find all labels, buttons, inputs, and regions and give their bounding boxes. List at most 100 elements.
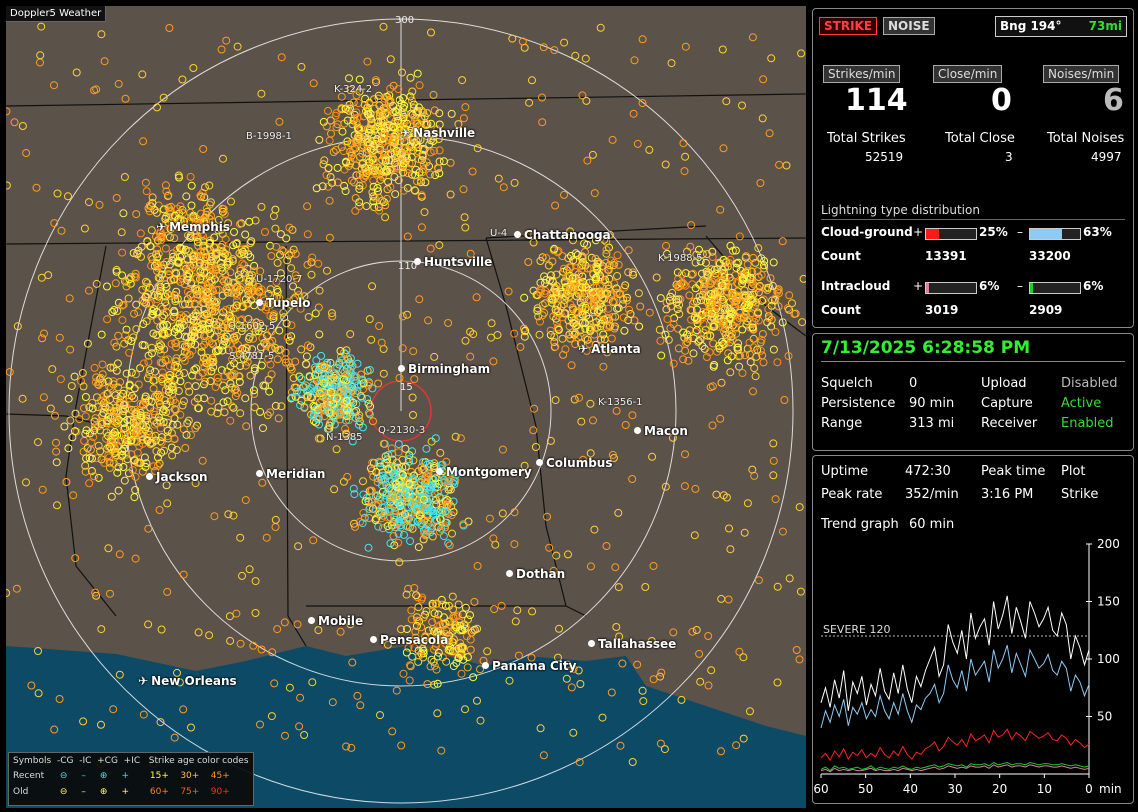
strike-symbol bbox=[624, 246, 633, 255]
strike-symbol bbox=[704, 632, 713, 640]
strike-symbol bbox=[365, 315, 374, 324]
strikes-rate-label[interactable]: Strikes/min bbox=[823, 65, 901, 83]
strike-symbol bbox=[669, 359, 678, 368]
strike-symbol bbox=[127, 368, 136, 377]
strike-symbol bbox=[119, 209, 128, 218]
strike-symbol bbox=[97, 30, 106, 39]
strike-symbol bbox=[312, 356, 321, 365]
noise-rate-label[interactable]: Noises/min bbox=[1043, 65, 1120, 83]
strike-symbol bbox=[271, 523, 280, 531]
strike-symbol bbox=[94, 473, 103, 482]
x-tick-label: 20 bbox=[992, 782, 1007, 796]
strike-symbol bbox=[749, 387, 757, 396]
cg-pos-bar-fill bbox=[926, 229, 939, 239]
strike-symbol bbox=[276, 230, 285, 239]
strike-symbol bbox=[767, 54, 776, 63]
strike-symbol bbox=[470, 597, 479, 606]
close-rate-label[interactable]: Close/min bbox=[933, 65, 1003, 83]
station-label: U-1720-7 bbox=[256, 274, 303, 285]
strike-symbol bbox=[60, 422, 69, 431]
strike-symbol bbox=[90, 363, 99, 372]
strike-symbol bbox=[271, 205, 280, 214]
strike-symbol bbox=[722, 97, 731, 106]
strike-symbol bbox=[158, 313, 167, 322]
strike-symbol bbox=[304, 313, 313, 321]
strike-symbol bbox=[250, 403, 259, 412]
strike-symbol bbox=[37, 273, 46, 282]
strike-symbol bbox=[226, 636, 235, 645]
strike-symbol bbox=[226, 416, 235, 425]
strike-symbol bbox=[673, 268, 682, 277]
strike-symbol bbox=[18, 122, 27, 130]
plot-value[interactable]: Strike bbox=[1061, 487, 1098, 502]
strike-symbol bbox=[629, 109, 638, 118]
strike-symbol bbox=[269, 212, 278, 221]
strike-symbol bbox=[125, 348, 134, 357]
strike-symbol bbox=[444, 319, 453, 327]
city-dot-icon bbox=[514, 231, 521, 238]
strike-symbol bbox=[50, 81, 58, 90]
strike-symbol bbox=[586, 562, 595, 571]
legend-header-row: Symbols -CG -IC +CG +IC Strike age color… bbox=[13, 756, 249, 766]
strike-symbol bbox=[262, 533, 271, 542]
strike-symbol bbox=[236, 533, 245, 542]
range-value: 313 mi bbox=[909, 416, 955, 431]
strike-symbol bbox=[575, 393, 583, 402]
strike-symbol bbox=[186, 172, 195, 181]
strike-symbol bbox=[227, 197, 235, 206]
strike-symbol bbox=[743, 499, 752, 508]
strike-symbol bbox=[751, 372, 760, 381]
strike-symbol bbox=[261, 228, 269, 236]
strike-symbol bbox=[657, 668, 666, 677]
strike-symbol bbox=[473, 562, 482, 570]
strike-symbol bbox=[120, 476, 129, 485]
strike-symbol bbox=[345, 74, 353, 83]
strike-symbol bbox=[178, 401, 187, 410]
strike-symbol bbox=[669, 628, 678, 637]
strike-symbol bbox=[769, 471, 778, 480]
strike-symbol bbox=[157, 625, 166, 634]
strike-symbol bbox=[414, 603, 423, 612]
persistence-label: Persistence bbox=[821, 396, 896, 411]
strike-symbol bbox=[205, 181, 214, 190]
strike-symbol bbox=[555, 624, 563, 633]
ic-pos-pct: 6% bbox=[979, 279, 1000, 293]
strike-symbol bbox=[114, 486, 123, 495]
legend-age-30: 30+ bbox=[180, 771, 200, 781]
city-tallahassee: Tallahassee bbox=[588, 637, 676, 651]
strike-symbol bbox=[187, 181, 196, 190]
city-macon: Macon bbox=[634, 424, 688, 438]
noise-button[interactable]: NOISE bbox=[883, 17, 935, 35]
strike-symbol bbox=[560, 38, 569, 47]
close-rate-value: 0 bbox=[991, 83, 1012, 118]
ic-neg-pct: 6% bbox=[1083, 279, 1104, 293]
strike-symbol bbox=[472, 293, 481, 302]
strike-symbol bbox=[551, 342, 560, 351]
uptime-label: Uptime bbox=[821, 464, 869, 479]
strike-symbol bbox=[773, 358, 782, 367]
strike-symbol bbox=[85, 198, 93, 207]
strike-symbol bbox=[22, 478, 30, 487]
strike-symbol bbox=[65, 294, 74, 303]
station-label: Q-2130-3 bbox=[378, 425, 426, 436]
ic-neg-bar bbox=[1029, 282, 1081, 294]
strike-symbol bbox=[395, 558, 404, 567]
strike-symbol bbox=[267, 252, 276, 260]
strike-symbol bbox=[375, 322, 384, 330]
strike-symbol bbox=[681, 152, 690, 161]
city-dot-icon bbox=[256, 299, 263, 306]
strike-symbol bbox=[461, 103, 470, 112]
strike-symbol bbox=[293, 620, 302, 629]
peak-rate-label: Peak rate bbox=[821, 487, 883, 502]
lightning-map[interactable]: 300 110 15 ✈ Nashville ✈ Memphis Chattanooga… bbox=[6, 6, 806, 808]
strike-button[interactable]: STRIKE bbox=[819, 17, 878, 35]
city-dot-icon bbox=[308, 617, 315, 624]
station-label: U-4 bbox=[490, 228, 508, 239]
strike-symbol bbox=[192, 364, 201, 373]
strike-symbol bbox=[189, 64, 198, 72]
strike-symbol bbox=[754, 576, 763, 585]
strike-symbol bbox=[343, 472, 352, 481]
strike-symbol bbox=[291, 249, 300, 258]
strike-symbol bbox=[222, 36, 231, 45]
strike-symbol bbox=[81, 412, 90, 421]
